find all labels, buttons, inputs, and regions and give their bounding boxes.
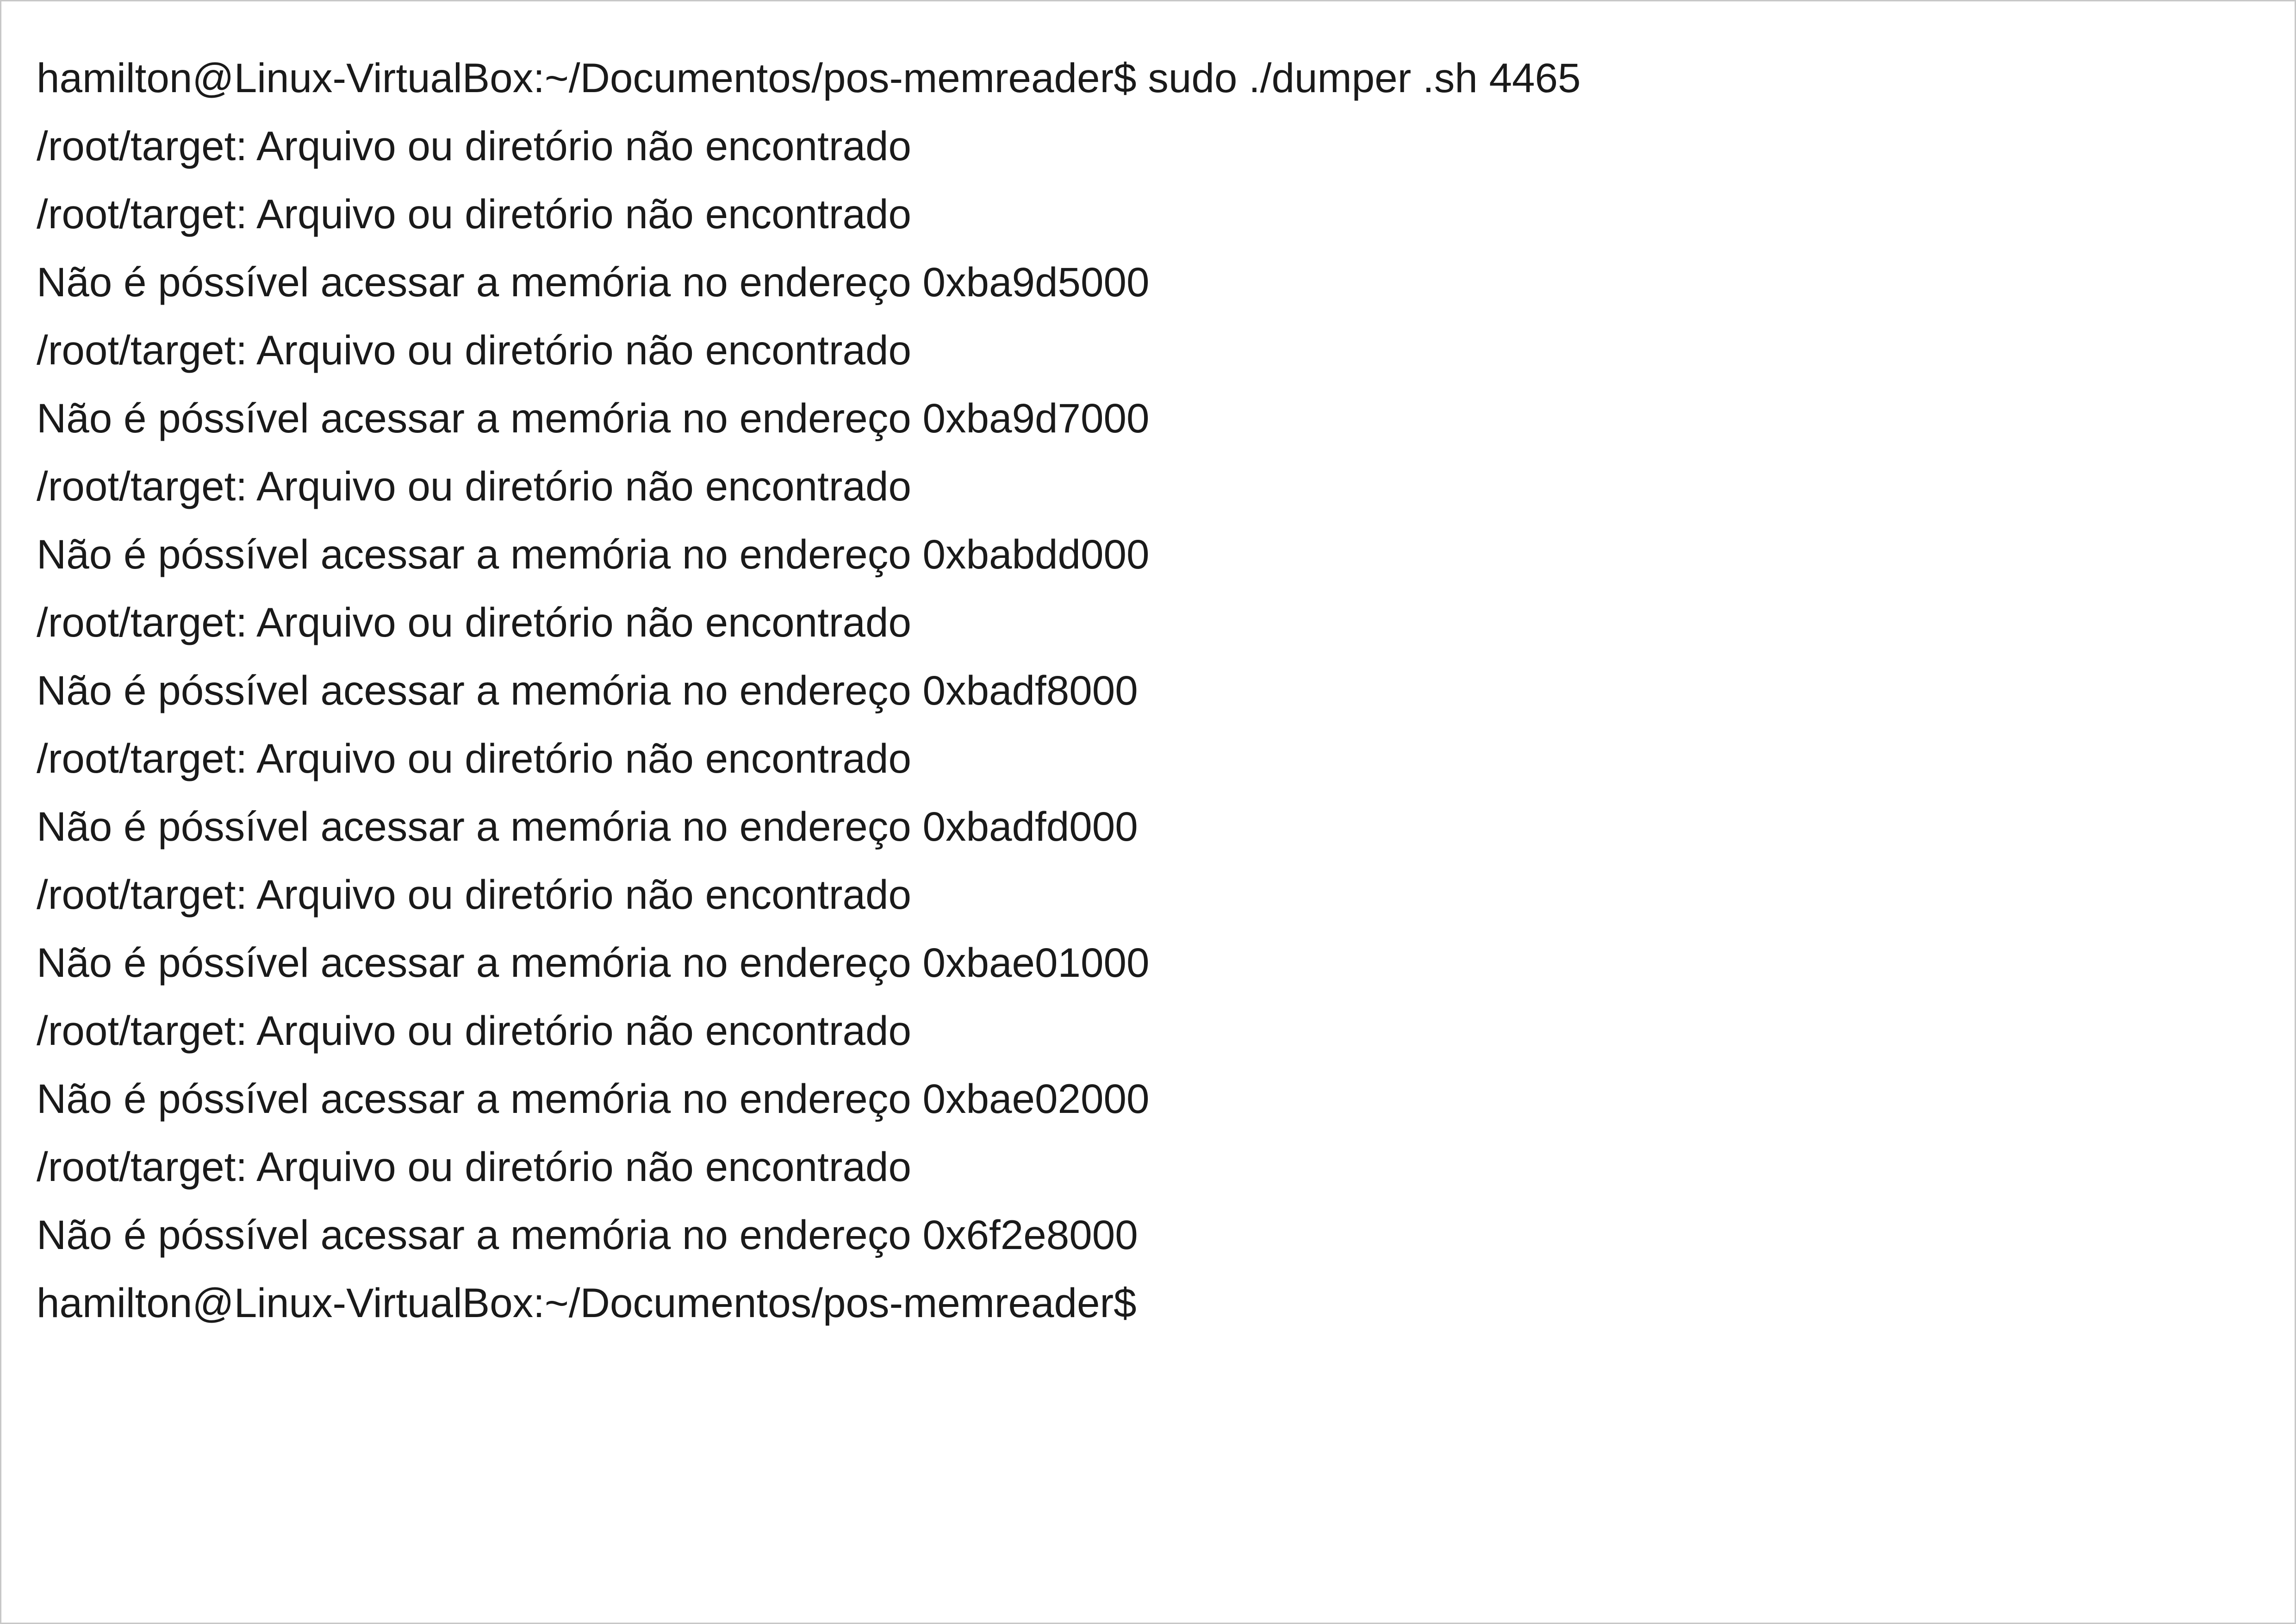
terminal-output-line: /root/target: Arquivo ou diretório não e… (37, 123, 911, 169)
terminal-window[interactable]: hamilton@Linux-VirtualBox:~/Documentos/p… (0, 0, 2296, 1624)
terminal-output-line: /root/target: Arquivo ou diretório não e… (37, 327, 911, 373)
terminal-output-line: /root/target: Arquivo ou diretório não e… (37, 735, 911, 781)
terminal-output-line: Não é póssível acessar a memória no ende… (37, 395, 1150, 441)
terminal-output-line: /root/target: Arquivo ou diretório não e… (37, 1007, 911, 1054)
terminal-output-line: /root/target: Arquivo ou diretório não e… (37, 599, 911, 645)
terminal-output-line: Não é póssível acessar a memória no ende… (37, 803, 1138, 849)
terminal-output: hamilton@Linux-VirtualBox:~/Documentos/p… (37, 44, 1580, 1337)
terminal-output-line: /root/target: Arquivo ou diretório não e… (37, 463, 911, 509)
terminal-output-line: Não é póssível acessar a memória no ende… (37, 259, 1150, 305)
terminal-command-line: hamilton@Linux-VirtualBox:~/Documentos/p… (37, 55, 1581, 101)
terminal-output-line: Não é póssível acessar a memória no ende… (37, 1075, 1150, 1122)
terminal-output-line: /root/target: Arquivo ou diretório não e… (37, 1143, 911, 1190)
terminal-prompt-line[interactable]: hamilton@Linux-VirtualBox:~/Documentos/p… (37, 1269, 1580, 1337)
terminal-output-line: /root/target: Arquivo ou diretório não e… (37, 191, 911, 237)
terminal-output-line: Não é póssível acessar a memória no ende… (37, 1212, 1138, 1258)
terminal-output-line: Não é póssível acessar a memória no ende… (37, 667, 1138, 713)
terminal-output-line: Não é póssível acessar a memória no ende… (37, 939, 1150, 986)
terminal-output-line: /root/target: Arquivo ou diretório não e… (37, 871, 911, 918)
terminal-output-line: Não é póssível acessar a memória no ende… (37, 531, 1150, 577)
